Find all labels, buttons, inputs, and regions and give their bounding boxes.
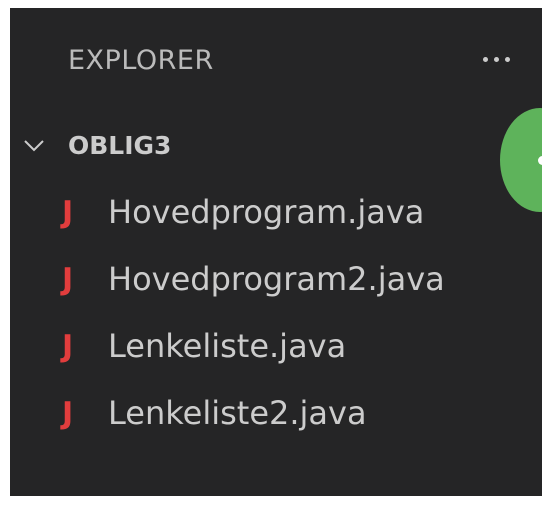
ellipsis-icon bbox=[482, 56, 488, 62]
explorer-panel: EXPLORER OBLIG3 J Hovedprogram.java J Ho… bbox=[10, 8, 542, 496]
file-list: J Hovedprogram.java J Hovedprogram2.java… bbox=[10, 186, 542, 454]
chevron-down-icon bbox=[24, 140, 44, 152]
java-file-icon: J bbox=[62, 262, 74, 297]
file-item-lenkeliste[interactable]: J Lenkeliste.java bbox=[10, 320, 542, 387]
folder-name: OBLIG3 bbox=[68, 131, 172, 160]
file-label: Hovedprogram.java bbox=[108, 193, 425, 231]
explorer-header: EXPLORER bbox=[10, 8, 542, 108]
folder-row-oblig3[interactable]: OBLIG3 bbox=[10, 126, 542, 166]
file-label: Lenkeliste2.java bbox=[108, 394, 367, 432]
explorer-title: EXPLORER bbox=[68, 45, 214, 76]
ellipsis-icon bbox=[504, 56, 510, 62]
more-actions-button[interactable] bbox=[476, 44, 516, 74]
file-item-hovedprogram2[interactable]: J Hovedprogram2.java bbox=[10, 253, 542, 320]
file-label: Lenkeliste.java bbox=[108, 327, 347, 365]
file-item-lenkeliste2[interactable]: J Lenkeliste2.java bbox=[10, 387, 542, 454]
java-file-icon: J bbox=[62, 195, 74, 230]
java-file-icon: J bbox=[62, 396, 74, 431]
file-item-hovedprogram[interactable]: J Hovedprogram.java bbox=[10, 186, 542, 253]
file-label: Hovedprogram2.java bbox=[108, 260, 445, 298]
java-file-icon: J bbox=[62, 329, 74, 364]
ellipsis-icon bbox=[493, 56, 499, 62]
